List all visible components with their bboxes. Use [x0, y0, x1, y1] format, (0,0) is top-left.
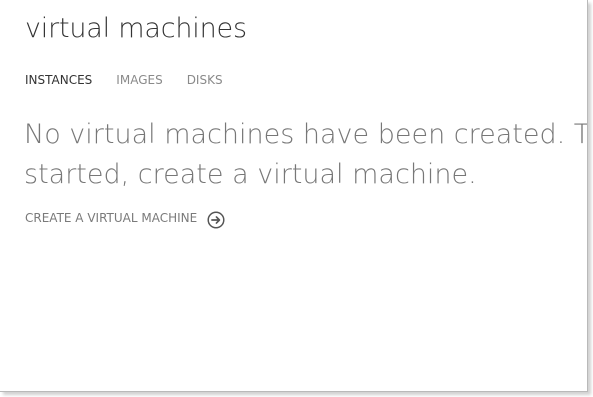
tab-instances[interactable]: INSTANCES [25, 73, 92, 87]
app-frame: virtual machines INSTANCES IMAGES DISKS … [0, 0, 588, 392]
arrow-circle-right-icon[interactable] [207, 209, 225, 229]
tab-disks[interactable]: DISKS [187, 73, 223, 87]
tab-bar: INSTANCES IMAGES DISKS [25, 73, 223, 87]
create-virtual-machine-link[interactable]: CREATE A VIRTUAL MACHINE [25, 209, 225, 229]
page-title: virtual machines [25, 13, 247, 44]
tab-images[interactable]: IMAGES [116, 73, 162, 87]
create-virtual-machine-label: CREATE A VIRTUAL MACHINE [25, 211, 198, 225]
empty-state-message: No virtual machines have been created. T… [24, 119, 587, 190]
